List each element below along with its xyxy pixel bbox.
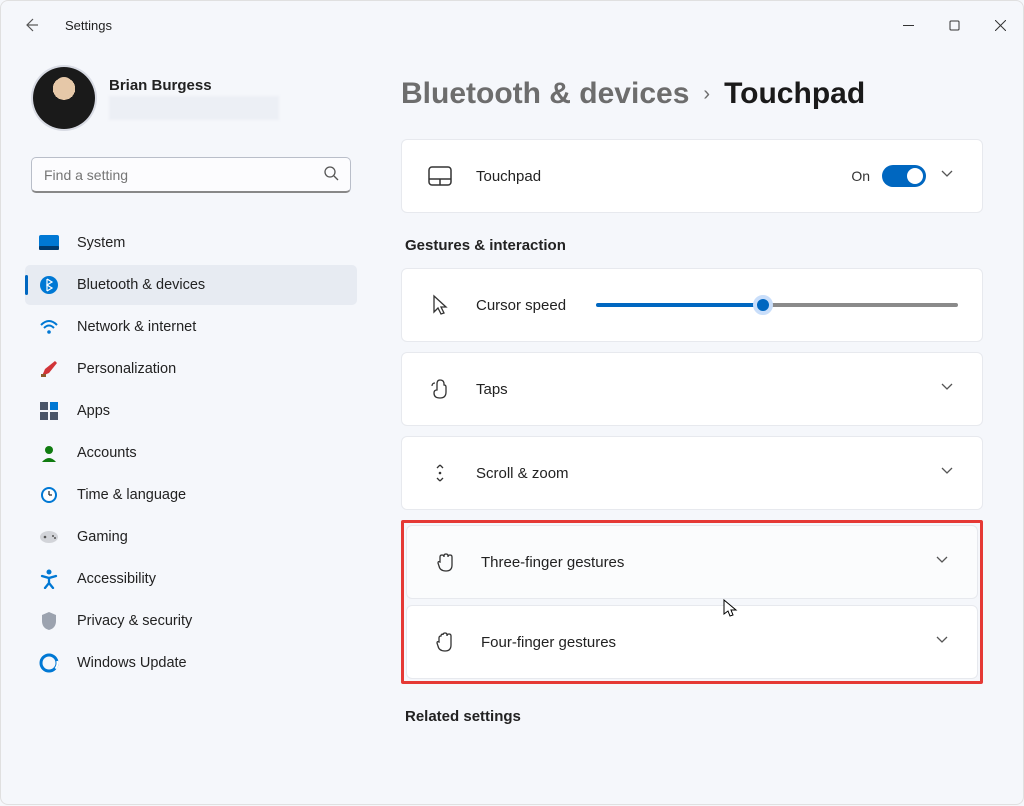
annotation-highlight: Three-finger gestures Four-finger gestur…	[401, 520, 983, 684]
person-icon	[39, 443, 59, 463]
nav-label: Apps	[77, 403, 110, 419]
taps-label: Taps	[476, 381, 508, 398]
nav-label: Network & internet	[77, 319, 196, 335]
apps-icon	[39, 401, 59, 421]
nav-time-language[interactable]: Time & language	[25, 475, 357, 515]
nav-accounts[interactable]: Accounts	[25, 433, 357, 473]
nav-privacy[interactable]: Privacy & security	[25, 601, 357, 641]
section-related-title: Related settings	[405, 708, 983, 725]
four-finger-label: Four-finger gestures	[481, 634, 616, 651]
nav-windows-update[interactable]: Windows Update	[25, 643, 357, 683]
breadcrumb-current: Touchpad	[724, 77, 865, 111]
sidebar: Brian Burgess System Bluetooth & devices…	[1, 49, 371, 806]
cursor-speed-label: Cursor speed	[476, 297, 566, 314]
titlebar: Settings	[1, 1, 1023, 49]
four-finger-card[interactable]: Four-finger gestures	[406, 605, 978, 679]
cursor-speed-slider[interactable]	[596, 303, 958, 307]
tap-icon	[428, 377, 452, 401]
nav-gaming[interactable]: Gaming	[25, 517, 357, 557]
scroll-icon	[428, 461, 452, 485]
nav-network[interactable]: Network & internet	[25, 307, 357, 347]
nav-system[interactable]: System	[25, 223, 357, 263]
profile-email-redacted	[109, 96, 279, 120]
close-button[interactable]	[977, 1, 1023, 49]
three-finger-card[interactable]: Three-finger gestures	[406, 525, 978, 599]
search-container	[25, 157, 357, 193]
search-icon	[323, 165, 339, 186]
chevron-down-icon	[935, 553, 953, 572]
back-button[interactable]	[19, 13, 43, 37]
scroll-zoom-label: Scroll & zoom	[476, 465, 569, 482]
nav-bluetooth-devices[interactable]: Bluetooth & devices	[25, 265, 357, 305]
chevron-down-icon	[935, 633, 953, 652]
profile-name: Brian Burgess	[109, 77, 279, 94]
system-icon	[39, 233, 59, 253]
three-finger-label: Three-finger gestures	[481, 554, 624, 571]
touchpad-icon	[428, 164, 452, 188]
nav-label: Accessibility	[77, 571, 156, 587]
nav-accessibility[interactable]: Accessibility	[25, 559, 357, 599]
section-gestures-title: Gestures & interaction	[405, 237, 983, 254]
accessibility-icon	[39, 569, 59, 589]
brush-icon	[39, 359, 59, 379]
profile-block[interactable]: Brian Burgess	[25, 67, 357, 129]
cursor-speed-card: Cursor speed	[401, 268, 983, 342]
shield-icon	[39, 611, 59, 631]
nav-label: Gaming	[77, 529, 128, 545]
main-content: Bluetooth & devices › Touchpad Touchpad …	[371, 49, 1023, 806]
touchpad-toggle[interactable]	[882, 165, 926, 187]
nav-label: Privacy & security	[77, 613, 192, 629]
hand-icon	[433, 550, 457, 574]
touchpad-card[interactable]: Touchpad On	[401, 139, 983, 213]
chevron-down-icon	[940, 464, 958, 483]
chevron-down-icon	[940, 380, 958, 399]
nav-label: Time & language	[77, 487, 186, 503]
nav-label: Bluetooth & devices	[77, 277, 205, 293]
hand-icon	[433, 630, 457, 654]
maximize-button[interactable]	[931, 1, 977, 49]
bluetooth-icon	[39, 275, 59, 295]
cursor-icon	[428, 293, 452, 317]
wifi-icon	[39, 317, 59, 337]
toggle-state: On	[851, 168, 870, 184]
nav-label: System	[77, 235, 125, 251]
touchpad-label: Touchpad	[476, 168, 541, 185]
minimize-button[interactable]	[885, 1, 931, 49]
scroll-zoom-card[interactable]: Scroll & zoom	[401, 436, 983, 510]
nav-list: System Bluetooth & devices Network & int…	[25, 223, 357, 683]
nav-label: Personalization	[77, 361, 176, 377]
gamepad-icon	[39, 527, 59, 547]
breadcrumb-parent[interactable]: Bluetooth & devices	[401, 77, 689, 111]
chevron-down-icon[interactable]	[940, 167, 958, 186]
taps-card[interactable]: Taps	[401, 352, 983, 426]
nav-personalization[interactable]: Personalization	[25, 349, 357, 389]
nav-label: Windows Update	[77, 655, 187, 671]
update-icon	[39, 653, 59, 673]
breadcrumb: Bluetooth & devices › Touchpad	[401, 77, 983, 111]
nav-apps[interactable]: Apps	[25, 391, 357, 431]
search-input[interactable]	[31, 157, 351, 193]
chevron-right-icon: ›	[703, 83, 710, 106]
nav-label: Accounts	[77, 445, 137, 461]
clock-icon	[39, 485, 59, 505]
avatar	[33, 67, 95, 129]
window-title: Settings	[65, 18, 112, 33]
